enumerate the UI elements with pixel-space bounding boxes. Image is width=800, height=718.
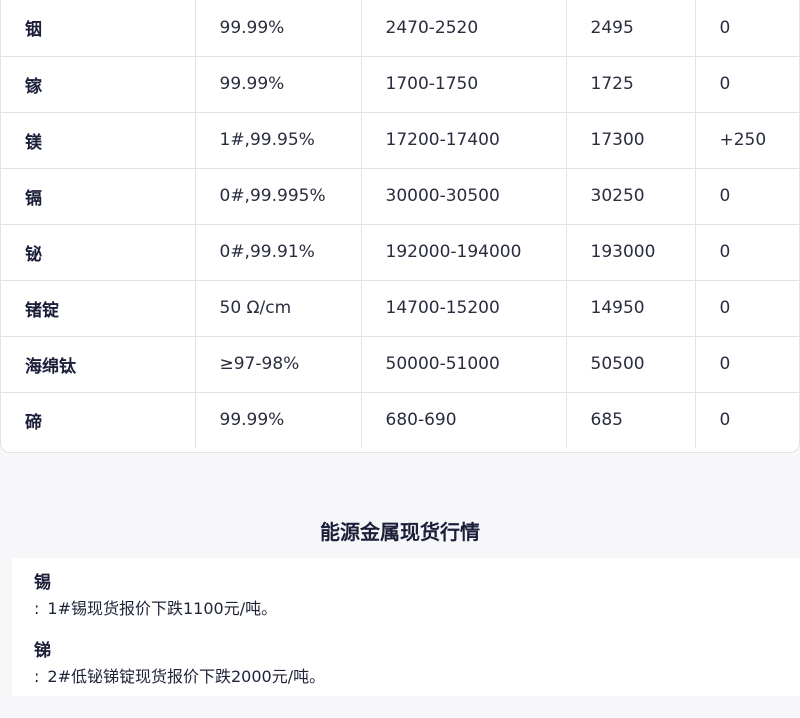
- average-price-cell: 193000: [566, 224, 696, 281]
- spec-cell: 99.99%: [195, 392, 362, 448]
- news-separator: :: [34, 667, 40, 686]
- average-price-cell: 2495: [566, 0, 696, 57]
- price-range-cell: 17200-17400: [361, 112, 567, 169]
- spec-cell: 50 Ω/cm: [195, 280, 362, 337]
- change-cell: 0: [695, 0, 799, 57]
- news-text: 1#锡现货报价下跌1100元/吨。: [47, 599, 278, 618]
- change-cell: +250: [695, 112, 799, 169]
- metal-name-cell: 镉: [1, 168, 196, 225]
- news-item-antimony: 锑 :2#低铋锑锭现货报价下跌2000元/吨。: [34, 638, 325, 690]
- table-row: 镓 99.99% 1700-1750 1725 0: [1, 56, 799, 113]
- average-price-cell: 1725: [566, 56, 696, 113]
- average-price-cell: 17300: [566, 112, 696, 169]
- price-range-cell: 2470-2520: [361, 0, 567, 57]
- price-range-cell: 1700-1750: [361, 56, 567, 113]
- change-cell: 0: [695, 336, 799, 393]
- average-price-cell: 685: [566, 392, 696, 448]
- table-row: 镉 0#,99.995% 30000-30500 30250 0: [1, 168, 799, 225]
- change-cell: 0: [695, 168, 799, 225]
- average-price-cell: 14950: [566, 280, 696, 337]
- news-item-tin: 锡 :1#锡现货报价下跌1100元/吨。: [34, 570, 277, 622]
- metal-name-cell: 铟: [1, 0, 196, 57]
- price-range-cell: 14700-15200: [361, 280, 567, 337]
- energy-news-list: 锡 :1#锡现货报价下跌1100元/吨。 锑 :2#低铋锑锭现货报价下跌2000…: [12, 558, 800, 696]
- average-price-cell: 50500: [566, 336, 696, 393]
- spec-cell: 1#,99.95%: [195, 112, 362, 169]
- news-text: 2#低铋锑锭现货报价下跌2000元/吨。: [47, 667, 326, 686]
- metal-name-cell: 锗锭: [1, 280, 196, 337]
- news-separator: :: [34, 599, 40, 618]
- metal-name-cell: 镁: [1, 112, 196, 169]
- news-text-line: :1#锡现货报价下跌1100元/吨。: [34, 596, 277, 622]
- price-table: 铟 99.99% 2470-2520 2495 0 镓 99.99% 1700-…: [1, 0, 799, 448]
- table-row: 铟 99.99% 2470-2520 2495 0: [1, 0, 799, 57]
- spec-cell: 99.99%: [195, 0, 362, 57]
- spec-cell: 0#,99.995%: [195, 168, 362, 225]
- news-text-line: :2#低铋锑锭现货报价下跌2000元/吨。: [34, 664, 325, 690]
- news-metal-name: 锑: [34, 641, 51, 661]
- change-cell: 0: [695, 56, 799, 113]
- price-range-cell: 30000-30500: [361, 168, 567, 225]
- spec-cell: 0#,99.91%: [195, 224, 362, 281]
- change-cell: 0: [719, 410, 731, 431]
- news-metal-name: 锡: [34, 573, 51, 593]
- metal-name-cell: 铋: [1, 224, 196, 281]
- metal-name-cell: 镓: [1, 56, 196, 113]
- table-row: 海绵钛 ≥97-98% 50000-51000 50500 0: [1, 336, 799, 393]
- change-cell: 0: [695, 280, 799, 337]
- change-cell: 0: [695, 224, 799, 281]
- metal-name-cell: 碲: [1, 392, 196, 448]
- metal-name-cell: 海绵钛: [1, 336, 196, 393]
- price-range-cell: 680-690: [361, 392, 567, 448]
- section-title: 能源金属现货行情: [320, 520, 480, 544]
- price-range-cell: 50000-51000: [361, 336, 567, 393]
- table-row: 碲 99.99% 680-690 685 0: [1, 392, 799, 448]
- minor-metals-price-table: 铟 99.99% 2470-2520 2495 0 镓 99.99% 1700-…: [0, 0, 800, 453]
- table-row: 铋 0#,99.91% 192000-194000 193000 0: [1, 224, 799, 281]
- spec-cell: 99.99%: [195, 56, 362, 113]
- table-row: 镁 1#,99.95% 17200-17400 17300 +250: [1, 112, 799, 169]
- table-row: 锗锭 50 Ω/cm 14700-15200 14950 0: [1, 280, 799, 337]
- spec-cell: ≥97-98%: [195, 336, 362, 393]
- price-range-cell: 192000-194000: [361, 224, 567, 281]
- average-price-cell: 30250: [566, 168, 696, 225]
- page: 铟 99.99% 2470-2520 2495 0 镓 99.99% 1700-…: [0, 0, 800, 718]
